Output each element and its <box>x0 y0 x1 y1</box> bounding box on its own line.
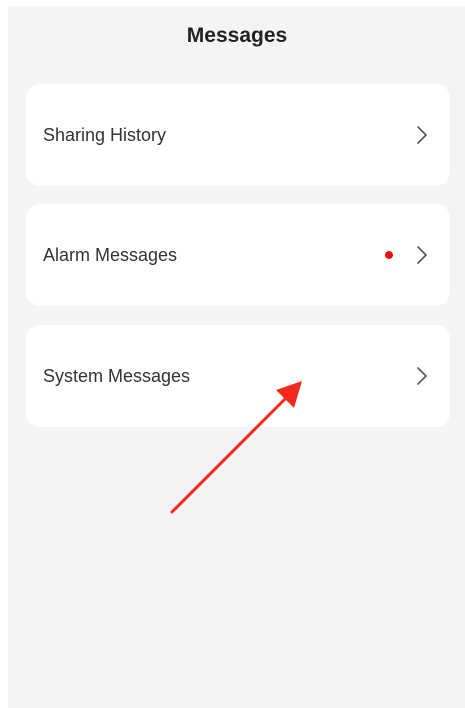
menu-item-sharing-history[interactable]: Sharing History <box>26 84 450 186</box>
menu-item-alarm-messages[interactable]: Alarm Messages <box>26 204 450 306</box>
menu-item-system-messages[interactable]: System Messages <box>26 325 450 427</box>
page-title: Messages <box>186 24 288 47</box>
chevron-right-icon <box>414 245 430 265</box>
menu-item-label: Sharing History <box>43 124 167 145</box>
menu-item-label: Alarm Messages <box>43 244 178 265</box>
chevron-right-icon <box>414 366 430 386</box>
messages-screen: Messages Sharing History Alarm Messages … <box>8 6 465 708</box>
menu-item-label: System Messages <box>43 365 191 386</box>
unread-dot-icon <box>385 251 393 259</box>
chevron-right-icon <box>414 125 430 145</box>
